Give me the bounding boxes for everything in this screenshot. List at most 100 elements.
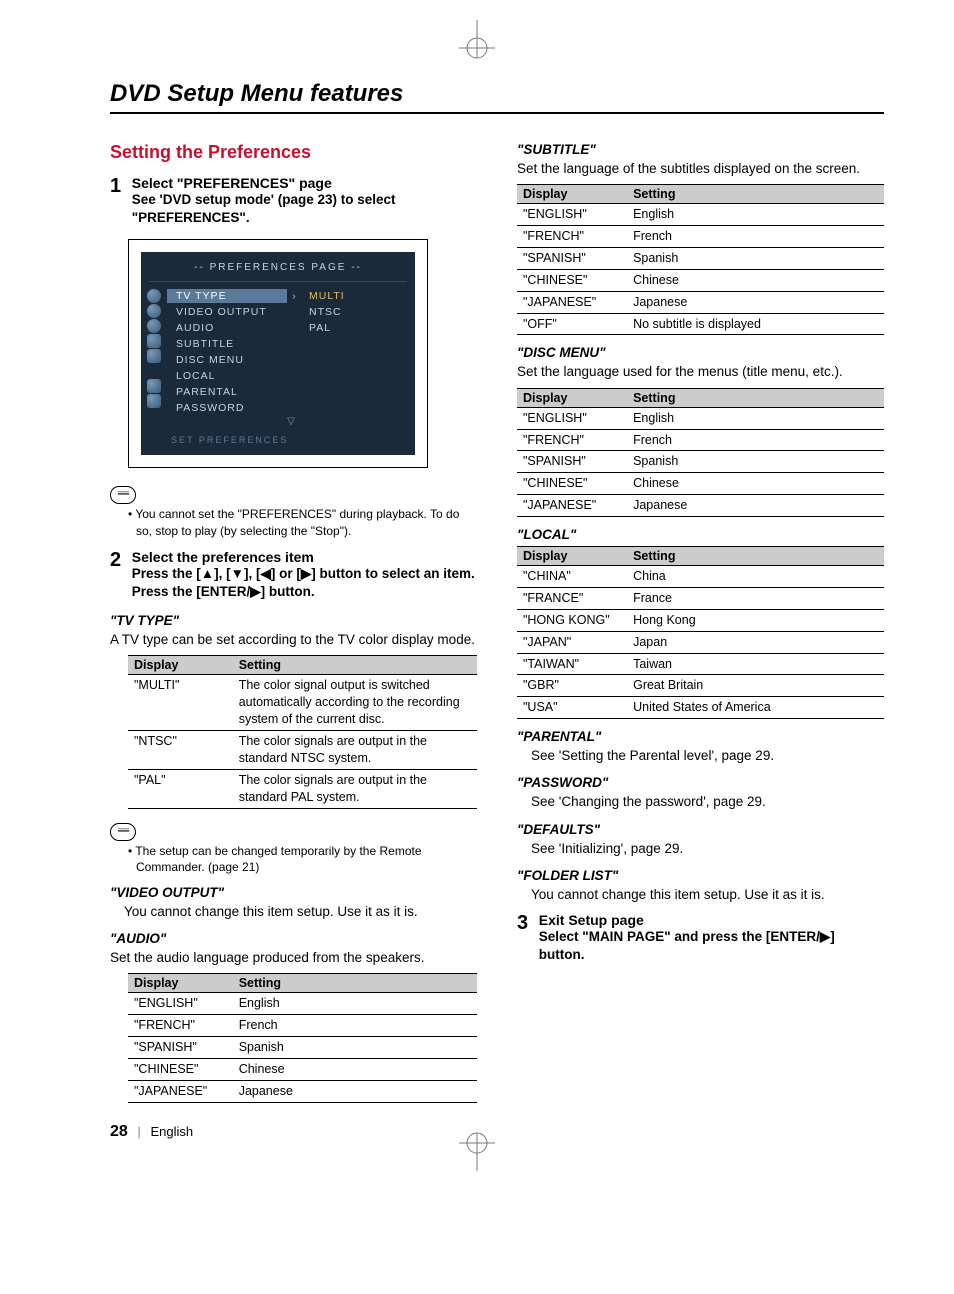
step-title: Exit Setup page [539, 912, 644, 928]
table-row: "JAPANESE"Japanese [128, 1080, 477, 1102]
table-row: "FRENCH"French [128, 1015, 477, 1037]
defaults-desc: See 'Initializing', page 29. [531, 840, 884, 858]
document-title: DVD Setup Menu features [110, 80, 884, 114]
step-2: 2 Select the preferences item Press the … [110, 549, 477, 601]
step-number: 1 [110, 175, 128, 198]
footer-language: English [150, 1124, 193, 1139]
parental-heading: "PARENTAL" [517, 729, 884, 744]
discmenu-heading: "DISC MENU" [517, 345, 884, 360]
tvtype-table: DisplaySetting "MULTI"The color signal o… [128, 655, 477, 808]
th-display: Display [128, 974, 233, 993]
osd-item: PARENTAL [167, 385, 287, 399]
osd-item: SUBTITLE [167, 337, 287, 351]
osd-item: AUDIO [167, 321, 287, 335]
table-row: "JAPANESE"Japanese [517, 495, 884, 517]
note-text: The setup can be changed temporarily by … [128, 843, 477, 875]
osd-icon [147, 304, 161, 318]
crop-mark-bottom [447, 1131, 507, 1171]
table-row: "CHINESE"Chinese [517, 473, 884, 495]
subtitle-table: DisplaySetting "ENGLISH"English "FRENCH"… [517, 184, 884, 335]
osd-opt: PAL [301, 322, 415, 334]
table-row: "CHINESE"Chinese [517, 269, 884, 291]
step-1: 1 Select "PREFERENCES" page See 'DVD set… [110, 175, 477, 227]
step-text: Press the [▲], [▼], [◀] or [▶] button to… [132, 566, 475, 581]
th-display: Display [517, 185, 627, 204]
defaults-heading: "DEFAULTS" [517, 822, 884, 837]
osd-icon [147, 394, 161, 408]
tvtype-desc: A TV type can be set according to the TV… [110, 631, 477, 649]
note-text: You cannot set the "PREFERENCES" during … [128, 506, 477, 538]
osd-item: DISC MENU [167, 353, 287, 367]
step-title: Select the preferences item [132, 549, 314, 565]
folderlist-heading: "FOLDER LIST" [517, 868, 884, 883]
folderlist-desc: You cannot change this item setup. Use i… [531, 886, 884, 904]
tvtype-heading: "TV TYPE" [110, 613, 477, 628]
table-row: "GBR"Great Britain [517, 675, 884, 697]
password-desc: See 'Changing the password', page 29. [531, 793, 884, 811]
table-row: "FRENCH"French [517, 429, 884, 451]
step-number: 2 [110, 549, 128, 572]
th-setting: Setting [233, 656, 477, 675]
osd-item: LOCAL [167, 369, 287, 383]
osd-icon [147, 379, 161, 393]
table-row: "TAIWAN"Taiwan [517, 653, 884, 675]
audio-heading: "AUDIO" [110, 931, 477, 946]
osd-opt: NTSC [301, 306, 415, 318]
table-row: "FRANCE"France [517, 587, 884, 609]
step-text: See 'DVD setup mode' (page 23) to select… [132, 192, 396, 225]
table-row: "SPANISH"Spanish [517, 247, 884, 269]
table-row: "JAPAN"Japan [517, 631, 884, 653]
th-setting: Setting [627, 185, 884, 204]
th-display: Display [517, 547, 627, 566]
section-heading: Setting the Preferences [110, 142, 477, 163]
step-3: 3 Exit Setup page Select "MAIN PAGE" and… [517, 912, 884, 964]
step-text: Press the [ENTER/▶] button. [132, 584, 315, 599]
note-icon [110, 486, 136, 504]
th-setting: Setting [627, 388, 884, 407]
password-heading: "PASSWORD" [517, 775, 884, 790]
table-row: "ENGLISH"English [517, 204, 884, 226]
table-row: "MULTI"The color signal output is switch… [128, 675, 477, 731]
osd-item: PASSWORD [167, 401, 287, 415]
osd-screenshot: -- PREFERENCES PAGE -- TV TYPE›MULTI VID… [128, 239, 428, 468]
table-row: "CHINESE"Chinese [128, 1059, 477, 1081]
page-number: 28 [110, 1123, 128, 1140]
th-display: Display [517, 388, 627, 407]
table-row: "SPANISH"Spanish [128, 1037, 477, 1059]
step-number: 3 [517, 912, 535, 935]
table-row: "CHINA"China [517, 566, 884, 588]
table-row: "ENGLISH"English [517, 407, 884, 429]
videooutput-heading: "VIDEO OUTPUT" [110, 885, 477, 900]
table-row: "USA"United States of America [517, 697, 884, 719]
osd-title: -- PREFERENCES PAGE -- [141, 262, 415, 273]
osd-opt: MULTI [301, 290, 415, 302]
osd-arrow-icon: › [287, 290, 301, 302]
osd-icon [147, 289, 161, 303]
table-row: "SPANISH"Spanish [517, 451, 884, 473]
discmenu-table: DisplaySetting "ENGLISH"English "FRENCH"… [517, 388, 884, 517]
videooutput-desc: You cannot change this item setup. Use i… [124, 903, 477, 921]
table-row: "NTSC"The color signals are output in th… [128, 731, 477, 770]
th-setting: Setting [627, 547, 884, 566]
osd-icon [147, 349, 161, 363]
step-title: Select "PREFERENCES" page [132, 175, 332, 191]
table-row: "FRENCH"French [517, 226, 884, 248]
subtitle-desc: Set the language of the subtitles displa… [517, 160, 884, 178]
audio-table: DisplaySetting "ENGLISH"English "FRENCH"… [128, 973, 477, 1102]
page-footer: 28 | English [110, 1123, 477, 1141]
local-table: DisplaySetting "CHINA"China "FRANCE"Fran… [517, 546, 884, 719]
table-row: "OFF"No subtitle is displayed [517, 313, 884, 335]
osd-down-icon: ▽ [167, 416, 415, 427]
osd-icon [147, 334, 161, 348]
th-setting: Setting [233, 974, 477, 993]
osd-item: TV TYPE [167, 289, 287, 303]
note-icon [110, 823, 136, 841]
th-display: Display [128, 656, 233, 675]
audio-desc: Set the audio language produced from the… [110, 949, 477, 967]
subtitle-heading: "SUBTITLE" [517, 142, 884, 157]
table-row: "JAPANESE"Japanese [517, 291, 884, 313]
table-row: "ENGLISH"English [128, 993, 477, 1015]
discmenu-desc: Set the language used for the menus (tit… [517, 363, 884, 381]
parental-desc: See 'Setting the Parental level', page 2… [531, 747, 884, 765]
osd-item: VIDEO OUTPUT [167, 305, 287, 319]
